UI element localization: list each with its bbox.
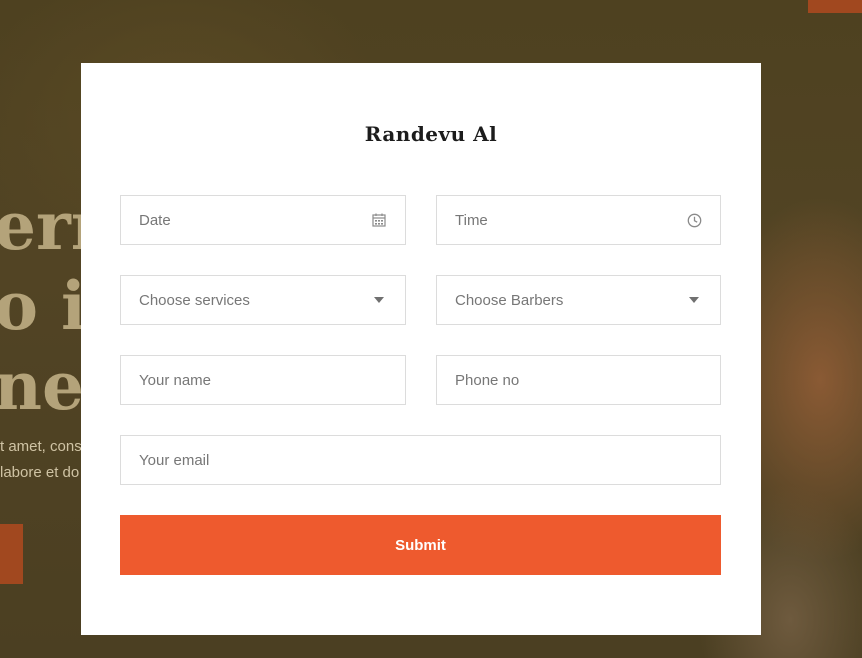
phone-placeholder: Phone no [455,371,520,389]
clock-icon[interactable] [686,212,702,228]
email-placeholder: Your email [139,451,210,469]
hero-paragraph: t amet, cons labore et do [0,434,82,486]
barbers-placeholder: Choose Barbers [455,291,564,309]
hero-paragraph-line: t amet, cons [0,438,82,455]
phone-input[interactable]: Phone no [436,355,721,405]
hero-cta-button[interactable] [0,524,23,584]
services-select[interactable]: Choose services [120,275,406,325]
date-placeholder: Date [139,211,171,229]
time-placeholder: Time [455,211,488,229]
services-placeholder: Choose services [139,291,250,309]
caret-down-icon[interactable] [686,292,702,308]
header-accent-bar [808,0,862,13]
name-input[interactable]: Your name [120,355,406,405]
caret-down-icon[interactable] [371,292,387,308]
time-field[interactable]: Time [436,195,721,245]
submit-button[interactable]: Submit [120,515,721,575]
barbers-select[interactable]: Choose Barbers [436,275,721,325]
calendar-icon[interactable] [371,212,387,228]
name-placeholder: Your name [139,371,211,389]
date-field[interactable]: Date [120,195,406,245]
email-input[interactable]: Your email [120,435,721,485]
hero-paragraph-line: labore et do [0,464,80,481]
modal-title: Randevu Al [364,122,498,146]
